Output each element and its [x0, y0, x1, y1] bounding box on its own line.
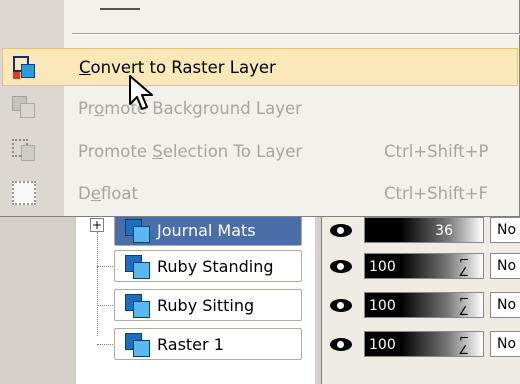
menu-item-cut-off: [100, 0, 140, 10]
layer-name-button[interactable]: Raster 1: [114, 328, 302, 360]
raster-layer-icon: [125, 255, 151, 279]
convert-raster-icon: [13, 56, 37, 80]
opacity-value: 36: [435, 223, 453, 239]
opacity-slider[interactable]: 100 ⌐ ∠: [364, 292, 484, 318]
tree-connector: [97, 266, 113, 267]
visibility-toggle[interactable]: [326, 289, 356, 321]
tree-connector: [97, 305, 113, 306]
menu-item-label: Promote Background Layer: [78, 98, 302, 118]
menu-item-defloat[interactable]: Defloat Ctrl+Shift+F: [2, 174, 518, 212]
opacity-value: 100: [369, 337, 396, 353]
menu-item-label: Promote Selection To Layer: [78, 141, 303, 161]
eye-icon: [330, 259, 352, 273]
layer-context-menu: Convert to Raster Layer Promote Backgrou…: [0, 0, 520, 217]
layer-name: Ruby Sitting: [157, 295, 255, 315]
menu-item-convert-to-raster-layer[interactable]: Convert to Raster Layer: [2, 48, 518, 86]
blend-mode-select[interactable]: No: [490, 253, 520, 279]
visibility-toggle[interactable]: [326, 214, 356, 246]
mouse-pointer-icon: [129, 75, 153, 110]
layer-name: Raster 1: [157, 334, 224, 354]
pane-splitter[interactable]: [314, 200, 322, 384]
promote-selection-icon: [12, 139, 36, 163]
visibility-toggle[interactable]: [326, 250, 356, 282]
opacity-slider[interactable]: 100 ⌐ ∠: [364, 331, 484, 357]
menu-item-shortcut: Ctrl+Shift+P: [384, 141, 489, 161]
blend-mode-select[interactable]: No: [490, 331, 520, 357]
layer-name-button[interactable]: Ruby Sitting: [114, 289, 302, 321]
opacity-slider[interactable]: 36: [364, 217, 484, 243]
layer-name: Journal Mats: [157, 220, 256, 240]
slider-down-arrow-icon: ∠: [458, 304, 469, 318]
defloat-icon: [12, 181, 36, 205]
slider-down-arrow-icon: ∠: [458, 265, 469, 279]
layer-group-icon: [125, 219, 151, 243]
layer-name-button[interactable]: Journal Mats: [114, 214, 302, 246]
menu-item-label: Convert to Raster Layer: [79, 57, 276, 77]
layer-name: Ruby Standing: [157, 256, 274, 276]
opacity-value: 100: [369, 259, 396, 275]
menu-separator: [72, 33, 520, 35]
eye-icon: [330, 298, 352, 312]
eye-icon: [330, 337, 352, 351]
tree-connector: [97, 232, 98, 336]
layer-name-button[interactable]: Ruby Standing: [114, 250, 302, 282]
eye-icon: [330, 223, 352, 237]
raster-layer-icon: [125, 333, 151, 357]
opacity-slider[interactable]: 100 ⌐ ∠: [364, 253, 484, 279]
promote-background-icon: [12, 96, 36, 120]
menu-item-label: Defloat: [78, 183, 138, 203]
menu-item-shortcut: Ctrl+Shift+F: [384, 183, 489, 203]
raster-layer-icon: [125, 294, 151, 318]
opacity-value: 100: [369, 298, 396, 314]
expand-icon[interactable]: +: [90, 218, 104, 232]
menu-item-promote-background-layer[interactable]: Promote Background Layer: [2, 89, 518, 127]
blend-mode-select[interactable]: No: [490, 292, 520, 318]
visibility-toggle[interactable]: [326, 328, 356, 360]
slider-down-arrow-icon: ∠: [458, 343, 469, 357]
menu-item-promote-selection-to-layer[interactable]: Promote Selection To Layer Ctrl+Shift+P: [2, 132, 518, 170]
blend-mode-select[interactable]: No: [490, 217, 520, 243]
tree-connector: [97, 344, 113, 345]
